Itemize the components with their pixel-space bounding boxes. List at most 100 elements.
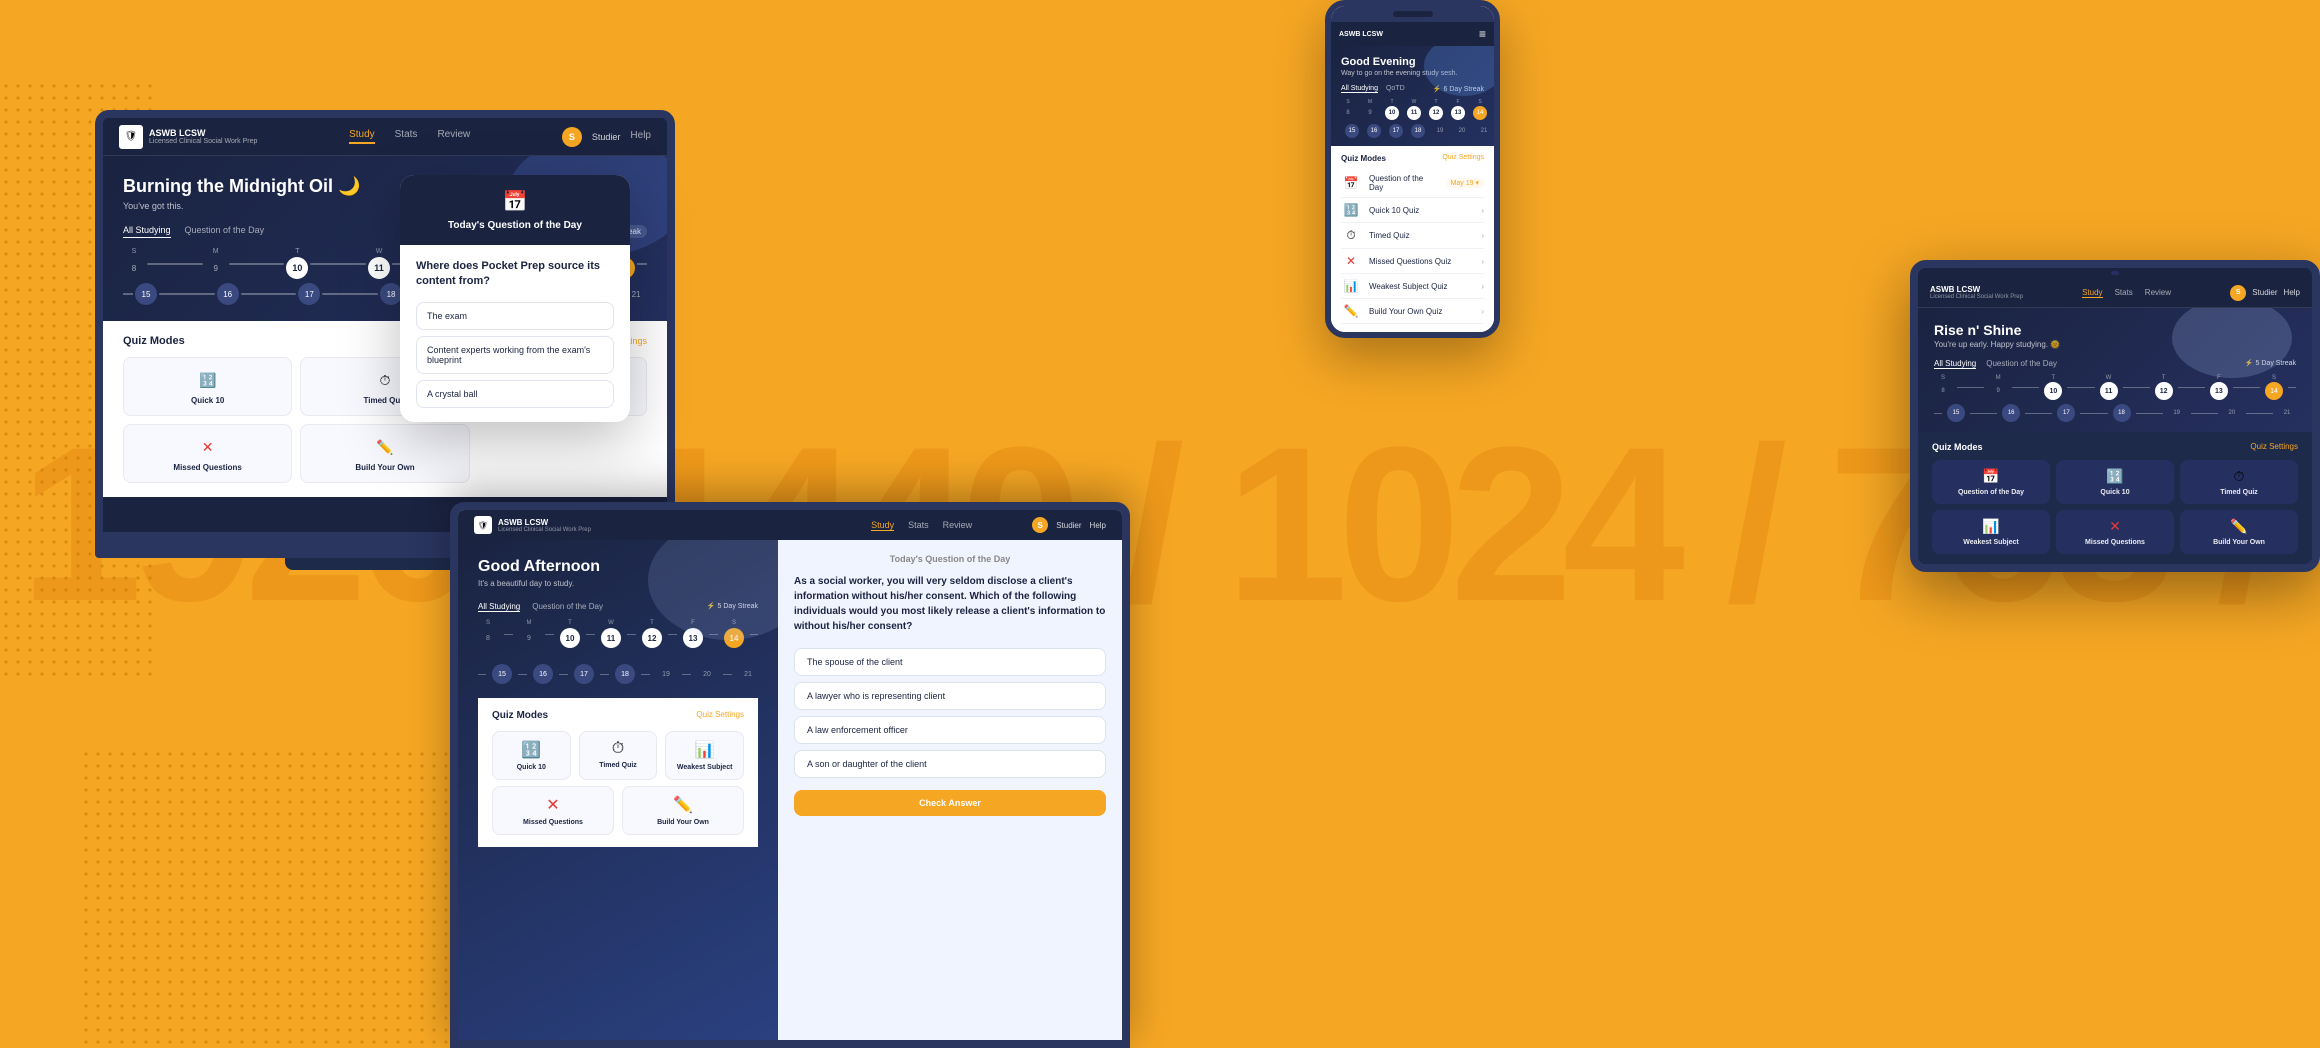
timed-icon: ⏱ <box>373 368 397 392</box>
phone-mode-timed[interactable]: ⏱ Timed Quiz › <box>1341 223 1484 249</box>
ipad-app-name: ASWB LCSW <box>1930 285 2023 294</box>
phone-mode-weakest[interactable]: 📊 Weakest Subject Quiz › <box>1341 274 1484 299</box>
tab-all-studying[interactable]: All Studying <box>123 225 171 238</box>
tablet-nav-study[interactable]: Study <box>871 520 894 531</box>
ipad-quiz-quick10[interactable]: 🔢 Quick 10 <box>2056 460 2174 504</box>
phone-logo: ASWB LCSW <box>1339 31 1383 38</box>
ipad-content: ASWB LCSW Licensed Clinical Social Work … <box>1918 268 2312 564</box>
phone-mode-qotd[interactable]: 📅 Question of the Day May 19 ▾ <box>1341 169 1484 198</box>
ipad-nav-review[interactable]: Review <box>2145 288 2171 298</box>
ipad-weakest-label: Weakest Subject <box>1963 539 2019 546</box>
tab-question-of-day[interactable]: Question of the Day <box>185 225 265 238</box>
ipad-quiz-weakest[interactable]: 📊 Weakest Subject <box>1932 510 2050 554</box>
ipad-tab-all[interactable]: All Studying <box>1934 359 1976 369</box>
quiz-card-build[interactable]: ✏️ Build Your Own <box>300 424 469 483</box>
tablet-quiz-header: Quiz Modes Quiz Settings <box>492 710 744 721</box>
missed-arrow-icon: › <box>1481 257 1484 266</box>
phone-tab-qotd[interactable]: QoTD <box>1386 85 1405 93</box>
qotd-question: As a social worker, you will very seldom… <box>794 574 1106 634</box>
tablet-qotd-panel: Today's Question of the Day As a social … <box>778 540 1122 1040</box>
nav-stats[interactable]: Stats <box>395 129 418 144</box>
tablet-body: 🛡 ASWB LCSW Licensed Clinical Social Wor… <box>450 502 1130 1048</box>
nav-user: Studier <box>592 132 621 142</box>
nav-review[interactable]: Review <box>437 129 470 144</box>
ipad-quiz-qotd[interactable]: 📅 Question of the Day <box>1932 460 2050 504</box>
ipad-nav-study[interactable]: Study <box>2082 288 2102 298</box>
modal-qotd: 📅 Today's Question of the Day Where does… <box>400 175 630 422</box>
modal-option-2[interactable]: Content experts working from the exam's … <box>416 336 614 374</box>
ipad-help[interactable]: Help <box>2284 288 2300 297</box>
cal-day-17: 17 <box>298 283 320 305</box>
cal-day-16: 16 <box>217 283 239 305</box>
phone-tab-all[interactable]: All Studying <box>1341 85 1378 93</box>
phone-app-name: ASWB LCSW <box>1339 31 1383 38</box>
tablet-tab-qotd[interactable]: Question of the Day <box>532 602 603 612</box>
modal-question: Where does Pocket Prep source its conten… <box>416 259 614 290</box>
phone-settings-link[interactable]: Quiz Settings <box>1442 154 1484 163</box>
weakest-arrow-icon: › <box>1481 282 1484 291</box>
ipad-calendar: S8 M9 T10 W11 T12 F13 S14 <box>1934 375 2296 400</box>
user-avatar: S <box>562 127 582 147</box>
cal-day-18: 18 <box>380 283 402 305</box>
qotd-option-2[interactable]: A lawyer who is representing client <box>794 682 1106 710</box>
tablet-tab-all[interactable]: All Studying <box>478 602 520 612</box>
build-mode-label: Build Your Own Quiz <box>1369 307 1473 316</box>
tablet-quiz-missed[interactable]: ✕ Missed Questions <box>492 786 614 835</box>
tablet-quiz-weakest[interactable]: 📊 Weakest Subject <box>665 731 744 780</box>
tablet-quiz-timed[interactable]: ⏱ Timed Quiz <box>579 731 658 780</box>
tablet-quiz-quick10[interactable]: 🔢 Quick 10 <box>492 731 571 780</box>
phone-modes-header: Quiz Modes Quiz Settings <box>1341 154 1484 163</box>
ipad-navbar: ASWB LCSW Licensed Clinical Social Work … <box>1918 278 2312 308</box>
modal-option-1[interactable]: The exam <box>416 302 614 330</box>
tablet-nav-review[interactable]: Review <box>943 520 973 531</box>
tablet-main: Good Afternoon It's a beautiful day to s… <box>458 540 1122 1040</box>
app-sub: Licensed Clinical Social Work Prep <box>149 138 257 145</box>
tablet-weakest-label: Weakest Subject <box>677 764 733 771</box>
quiz-card-missed[interactable]: ✕ Missed Questions <box>123 424 292 483</box>
ipad-quiz-missed[interactable]: ✕ Missed Questions <box>2056 510 2174 554</box>
build-label: Build Your Own <box>355 463 414 472</box>
modal-option-3[interactable]: A crystal ball <box>416 380 614 408</box>
nav-help[interactable]: Help <box>630 130 651 143</box>
ipad-nav-stats[interactable]: Stats <box>2115 288 2133 298</box>
ipad-tab-qotd[interactable]: Question of the Day <box>1986 359 2057 369</box>
tablet-content: 🛡 ASWB LCSW Licensed Clinical Social Wor… <box>458 510 1122 1040</box>
calendar-icon: 📅 <box>503 189 528 214</box>
ipad-missed-icon: ✕ <box>2109 518 2121 535</box>
qotd-option-1[interactable]: The spouse of the client <box>794 648 1106 676</box>
phone-navbar: ASWB LCSW ≡ <box>1331 22 1494 46</box>
ipad-quick10-icon: 🔢 <box>2106 468 2123 485</box>
modal-body: Where does Pocket Prep source its conten… <box>400 245 630 422</box>
tablet-nav-links: Study Stats Review <box>871 520 972 531</box>
tablet-quiz-build[interactable]: ✏️ Build Your Own <box>622 786 744 835</box>
ipad-settings-link[interactable]: Quiz Settings <box>2250 442 2298 452</box>
ipad-quiz-build[interactable]: ✏️ Build Your Own <box>2180 510 2298 554</box>
timed-arrow-icon: › <box>1481 231 1484 240</box>
phone-mode-quick10[interactable]: 🔢 Quick 10 Quiz › <box>1341 198 1484 223</box>
tablet-quiz-link[interactable]: Quiz Settings <box>696 710 744 721</box>
cal-day-w: W11 <box>368 248 390 279</box>
tablet-missed-label: Missed Questions <box>523 819 583 826</box>
qotd-mode-label: Question of the Day <box>1369 174 1438 192</box>
cal-day-s1: S8 <box>123 248 145 279</box>
phone-mode-missed[interactable]: ✕ Missed Questions Quiz › <box>1341 249 1484 274</box>
ipad-qotd-label: Question of the Day <box>1958 489 2024 496</box>
ipad-app-sub: Licensed Clinical Social Work Prep <box>1930 294 2023 300</box>
nav-study[interactable]: Study <box>349 129 375 144</box>
ipad-quiz-timed[interactable]: ⏱ Timed Quiz <box>2180 460 2298 504</box>
nav-links: Study Stats Review <box>349 129 470 144</box>
tablet-timed-label: Timed Quiz <box>599 762 637 769</box>
hamburger-icon[interactable]: ≡ <box>1479 27 1486 41</box>
phone-mode-build[interactable]: ✏️ Build Your Own Quiz › <box>1341 299 1484 324</box>
check-answer-button[interactable]: Check Answer <box>794 790 1106 816</box>
tablet-nav-stats[interactable]: Stats <box>908 520 929 531</box>
tablet-weakest-icon: 📊 <box>695 740 715 760</box>
tablet-help[interactable]: Help <box>1090 521 1106 530</box>
ipad-timed-label: Timed Quiz <box>2220 489 2258 496</box>
ipad-timed-icon: ⏱ <box>2234 468 2245 485</box>
quiz-card-quick10[interactable]: 🔢 Quick 10 <box>123 357 292 416</box>
qotd-option-4[interactable]: A son or daughter of the client <box>794 750 1106 778</box>
timed-mode-icon: ⏱ <box>1341 228 1361 243</box>
ipad-quick10-label: Quick 10 <box>2100 489 2129 496</box>
qotd-option-3[interactable]: A law enforcement officer <box>794 716 1106 744</box>
